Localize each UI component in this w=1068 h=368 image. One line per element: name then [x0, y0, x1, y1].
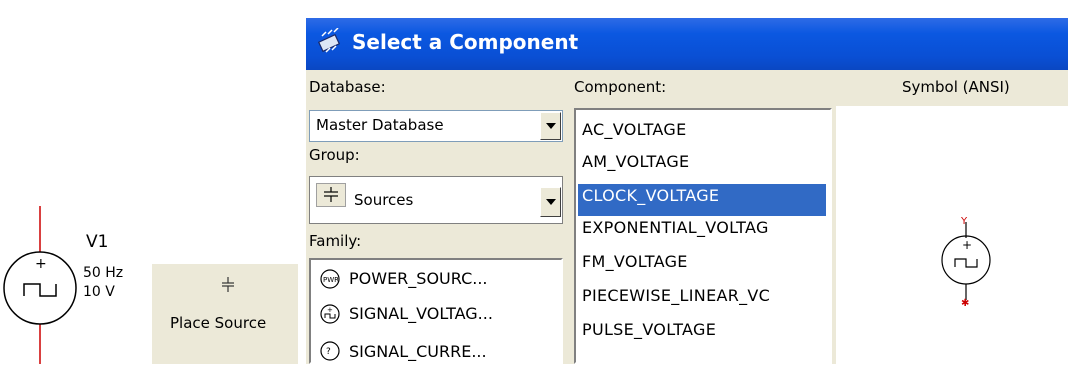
- amplitude-label: 10 V: [83, 284, 115, 300]
- database-dropdown-button[interactable]: [540, 112, 561, 140]
- list-item[interactable]: AC_VOLTAGE: [582, 120, 687, 139]
- signal-current-icon: ?: [320, 341, 340, 361]
- group-dropdown-button[interactable]: [540, 187, 561, 217]
- family-item[interactable]: + SIGNAL_VOLTAG...: [311, 300, 561, 330]
- place-source-label: Place Source: [170, 314, 267, 332]
- group-select[interactable]: Sources: [309, 176, 563, 224]
- chevron-down-icon: [546, 123, 556, 129]
- place-source-button[interactable]: Place Source: [152, 264, 298, 364]
- group-value: Sources: [354, 191, 414, 209]
- database-label: Database:: [309, 78, 386, 96]
- family-label: Family:: [309, 232, 362, 250]
- family-item-label: POWER_SOURC...: [349, 269, 488, 288]
- family-item-label: SIGNAL_VOLTAG...: [349, 304, 493, 323]
- svg-text:?: ?: [326, 347, 331, 357]
- family-item[interactable]: PWR POWER_SOURC...: [311, 266, 561, 296]
- chevron-down-icon: [546, 199, 556, 205]
- source-ground-icon: [222, 277, 234, 292]
- family-item[interactable]: ? SIGNAL_CURRE...: [311, 338, 561, 362]
- power-source-icon: PWR: [320, 269, 340, 289]
- dialog-titlebar[interactable]: Select a Component: [306, 18, 1068, 70]
- clock-voltage-symbol: + Y ✱: [941, 216, 991, 309]
- list-item-selected[interactable]: CLOCK_VOLTAGE: [582, 186, 719, 205]
- component-reference: V1: [86, 232, 109, 252]
- frequency-label: 50 Hz: [83, 265, 124, 281]
- family-item-label: SIGNAL_CURRE...: [349, 342, 487, 361]
- database-select[interactable]: Master Database: [309, 110, 563, 142]
- family-list[interactable]: PWR POWER_SOURC... + SIGNAL_VOLTAG... ? …: [309, 258, 563, 364]
- list-item[interactable]: FM_VOLTAGE: [582, 252, 688, 271]
- svg-text:Y: Y: [960, 216, 968, 227]
- list-item[interactable]: EXPONENTIAL_VOLTAG: [582, 218, 769, 237]
- symbol-preview: + Y ✱: [836, 106, 1068, 364]
- square-wave-icon: [23, 283, 57, 297]
- plus-sign: +: [35, 256, 47, 272]
- list-item[interactable]: PIECEWISE_LINEAR_VC: [582, 286, 770, 305]
- select-component-dialog: Select a Component Database: Master Data…: [306, 18, 1068, 364]
- svg-text:PWR: PWR: [323, 276, 339, 284]
- dialog-title: Select a Component: [352, 30, 579, 54]
- svg-text:+: +: [962, 238, 972, 252]
- group-label: Group:: [309, 146, 360, 164]
- component-label: Component:: [574, 78, 667, 96]
- database-value: Master Database: [316, 116, 444, 134]
- symbol-label: Symbol (ANSI): [902, 78, 1010, 96]
- sources-group-icon: [316, 183, 346, 207]
- clock-source-schematic[interactable]: +: [0, 200, 160, 364]
- list-item[interactable]: PULSE_VOLTAGE: [582, 320, 716, 339]
- component-list[interactable]: AC_VOLTAGE AM_VOLTAGE CLOCK_VOLTAGE EXPO…: [574, 108, 832, 364]
- svg-text:✱: ✱: [961, 298, 969, 309]
- list-item[interactable]: AM_VOLTAGE: [582, 152, 689, 171]
- svg-text:+: +: [327, 306, 333, 314]
- signal-voltage-icon: +: [320, 304, 340, 324]
- component-app-icon: [317, 28, 341, 53]
